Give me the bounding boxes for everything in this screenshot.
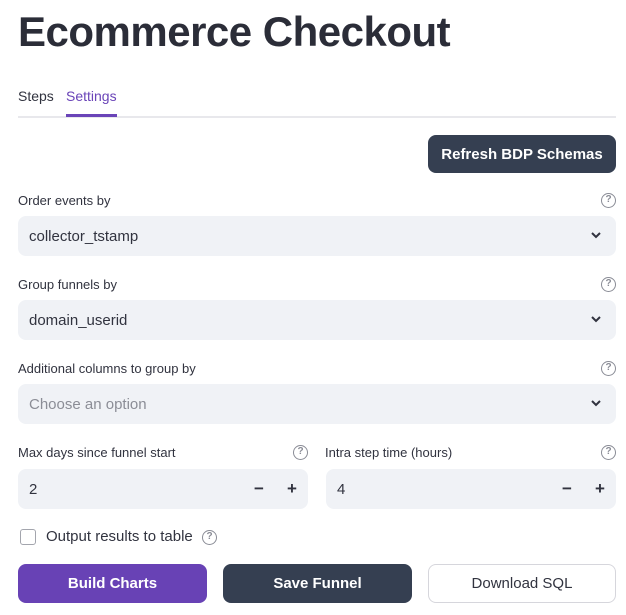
chevron-down-icon bbox=[591, 316, 601, 323]
intra-step-value: 4 bbox=[337, 480, 346, 498]
tab-steps[interactable]: Steps bbox=[18, 88, 54, 104]
help-icon[interactable]: ? bbox=[601, 361, 616, 376]
page-title: Ecommerce Checkout bbox=[18, 8, 451, 55]
refresh-bdp-schemas-button[interactable]: Refresh BDP Schemas bbox=[428, 135, 616, 173]
max-days-input[interactable]: 2 − + bbox=[18, 469, 308, 509]
help-icon[interactable]: ? bbox=[601, 277, 616, 292]
download-sql-button[interactable]: Download SQL bbox=[428, 564, 616, 603]
max-days-decrement-button[interactable]: − bbox=[248, 477, 270, 501]
help-icon[interactable]: ? bbox=[601, 445, 616, 460]
group-funnels-select[interactable]: domain_userid bbox=[18, 300, 616, 340]
help-icon[interactable]: ? bbox=[202, 530, 217, 545]
max-days-label: Max days since funnel start bbox=[18, 445, 176, 460]
chevron-down-icon bbox=[591, 232, 601, 239]
additional-columns-select[interactable]: Choose an option bbox=[18, 384, 616, 424]
chevron-down-icon bbox=[591, 400, 601, 407]
output-results-checkbox[interactable] bbox=[20, 529, 36, 545]
intra-step-input[interactable]: 4 − + bbox=[326, 469, 616, 509]
intra-step-decrement-button[interactable]: − bbox=[556, 477, 578, 501]
order-events-select[interactable]: collector_tstamp bbox=[18, 216, 616, 256]
help-icon[interactable]: ? bbox=[601, 193, 616, 208]
order-events-label: Order events by bbox=[18, 193, 111, 208]
help-icon[interactable]: ? bbox=[293, 445, 308, 460]
build-charts-button[interactable]: Build Charts bbox=[18, 564, 207, 603]
group-funnels-value: domain_userid bbox=[29, 311, 128, 329]
intra-step-label: Intra step time (hours) bbox=[325, 445, 453, 460]
tab-bar: Steps Settings bbox=[18, 88, 616, 118]
order-events-value: collector_tstamp bbox=[29, 227, 139, 245]
max-days-value: 2 bbox=[29, 480, 38, 498]
additional-columns-label: Additional columns to group by bbox=[18, 361, 196, 376]
group-funnels-label: Group funnels by bbox=[18, 277, 118, 292]
additional-columns-placeholder: Choose an option bbox=[29, 395, 147, 413]
save-funnel-button[interactable]: Save Funnel bbox=[223, 564, 412, 603]
max-days-increment-button[interactable]: + bbox=[281, 477, 303, 501]
tab-settings[interactable]: Settings bbox=[66, 88, 117, 117]
output-results-label: Output results to table bbox=[46, 528, 193, 545]
intra-step-increment-button[interactable]: + bbox=[589, 477, 611, 501]
